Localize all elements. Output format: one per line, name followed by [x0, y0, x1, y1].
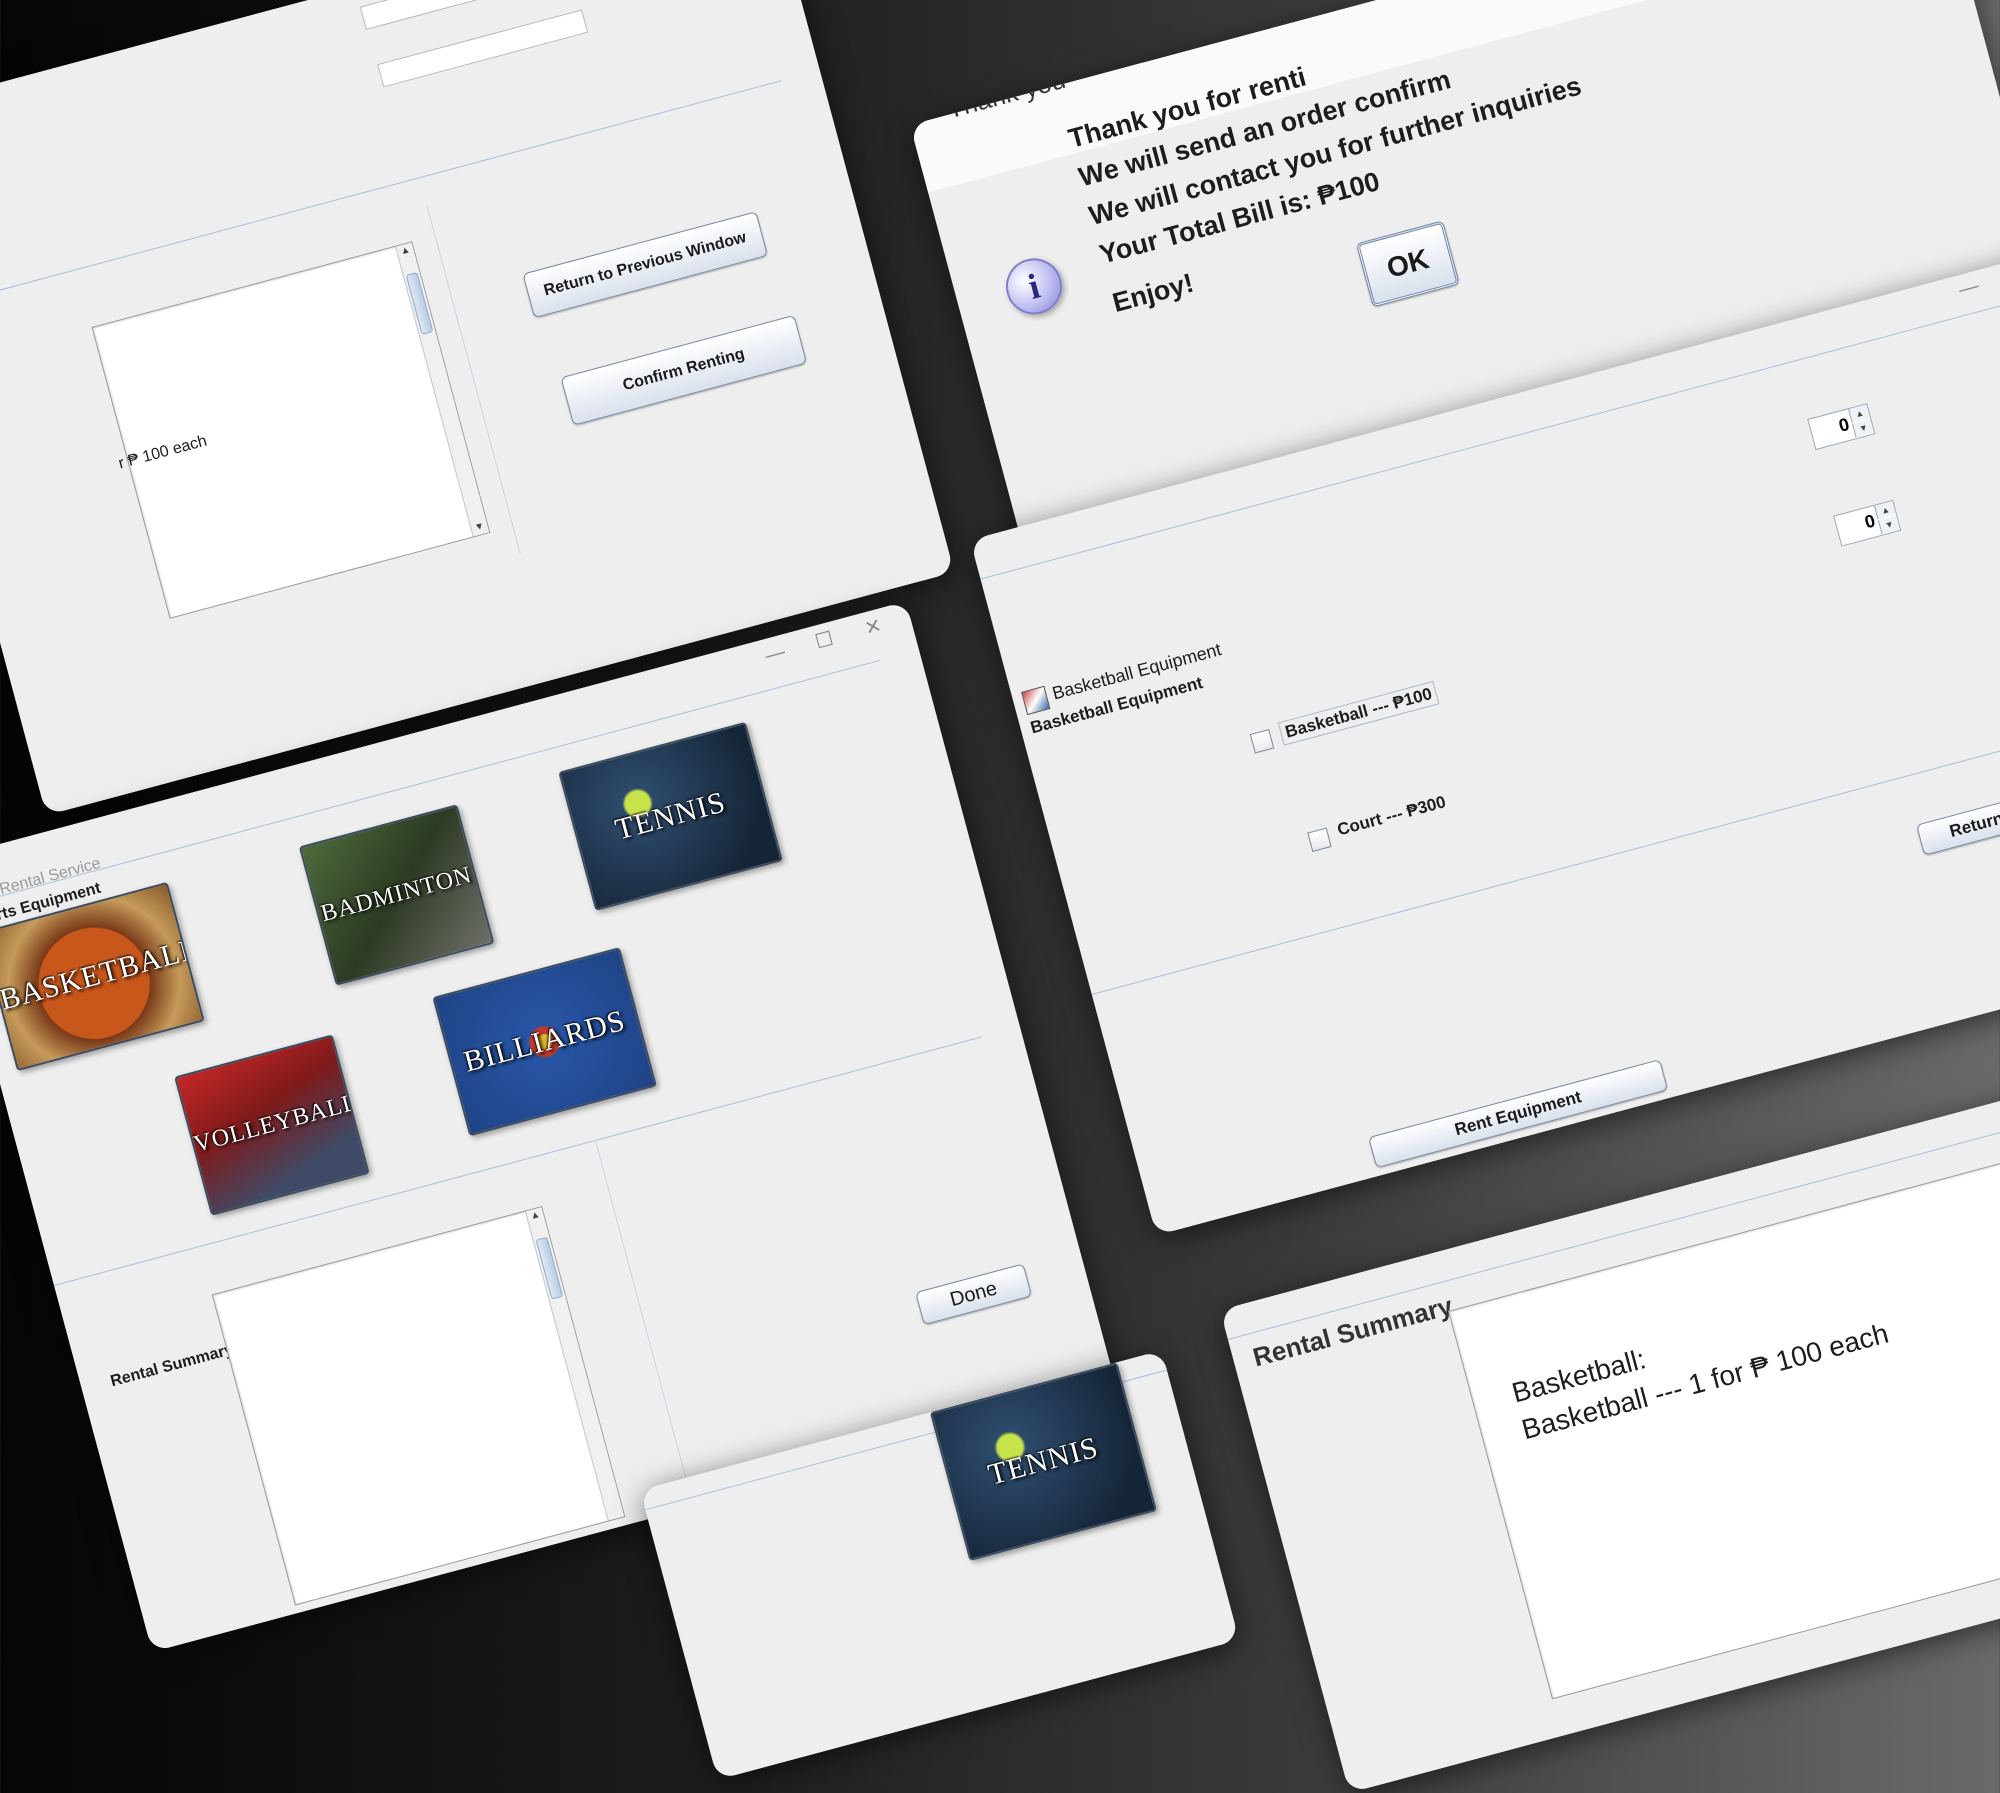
confirm-renting-button[interactable]: Confirm Renting — [560, 314, 808, 426]
screenshot-collage: r ₱ 100 each ▲ ▼ Return to Previous Wind… — [0, 0, 2000, 1793]
volleyball-tile-label: VOLLEYBALL — [191, 1089, 361, 1158]
done-button[interactable]: Done — [915, 1263, 1033, 1326]
scroll-thumb[interactable] — [535, 1236, 564, 1300]
volleyball-tile[interactable]: VOLLEYBALL — [174, 1034, 370, 1216]
badminton-tile[interactable]: BADMINTON — [298, 804, 495, 986]
return-to-previous-window-button[interactable]: Return to Previous Window — [522, 211, 769, 319]
scroll-up-icon[interactable]: ▲ — [526, 1207, 545, 1225]
minimize-icon[interactable]: — — [763, 641, 788, 668]
badminton-tile-label: BADMINTON — [318, 861, 475, 928]
scroll-thumb[interactable] — [405, 271, 434, 335]
minimize-icon[interactable]: — — [1956, 275, 1981, 302]
tennis-tile-label: TENNIS — [611, 785, 730, 847]
scroll-up-icon[interactable]: ▲ — [396, 242, 415, 260]
billiards-tile[interactable]: BILLIARDS — [432, 947, 657, 1137]
group-line — [1091, 709, 2000, 995]
maximize-icon[interactable]: ☐ — [812, 626, 836, 655]
quantity-spinner[interactable]: 0 ▲ ▼ — [1833, 499, 1902, 547]
ok-button[interactable]: OK — [1355, 220, 1460, 308]
rental-summary-textarea[interactable]: Basketball: Basketball --- 1 for ₱ 100 e… — [1448, 1129, 2000, 1700]
summary-text: r ₱ 100 each — [116, 432, 209, 473]
dialog-line-5: Enjoy! — [1109, 267, 1197, 318]
rental-summary-textarea[interactable]: r ₱ 100 each ▲ ▼ — [91, 241, 491, 619]
court-item-label: Court --- ₱300 — [1335, 792, 1448, 840]
rental-summary-textarea[interactable]: ▲ — [211, 1205, 626, 1606]
billiards-tile-label: BILLIARDS — [460, 1003, 629, 1079]
vertical-divider — [594, 1139, 689, 1488]
rental-summary-label: Rental Summary — [1249, 1290, 1456, 1373]
rent-equipment-button[interactable]: Rent Equipment — [1368, 1059, 1669, 1169]
window-icon — [1021, 685, 1051, 716]
basketball-item-label: Basketball --- ₱100 — [1277, 680, 1440, 746]
tennis-tile-label: TENNIS — [984, 1430, 1102, 1492]
summary-scrollbar[interactable]: ▲ — [524, 1207, 625, 1521]
text-field-3[interactable] — [377, 9, 589, 88]
tennis-tile[interactable]: TENNIS — [558, 721, 783, 912]
quantity-spinner-top[interactable]: 0 ▲ ▼ — [1807, 403, 1876, 451]
court-checkbox[interactable] — [1307, 827, 1332, 853]
close-icon[interactable]: ✕ — [862, 613, 885, 641]
basketball-checkbox[interactable] — [1249, 729, 1275, 754]
basketball-tile-label: BASKETBALL — [0, 931, 203, 1017]
rental-summary-label: Rental Summary — [108, 1341, 236, 1391]
info-icon: i — [999, 252, 1069, 321]
scroll-down-icon[interactable]: ▼ — [470, 519, 489, 537]
